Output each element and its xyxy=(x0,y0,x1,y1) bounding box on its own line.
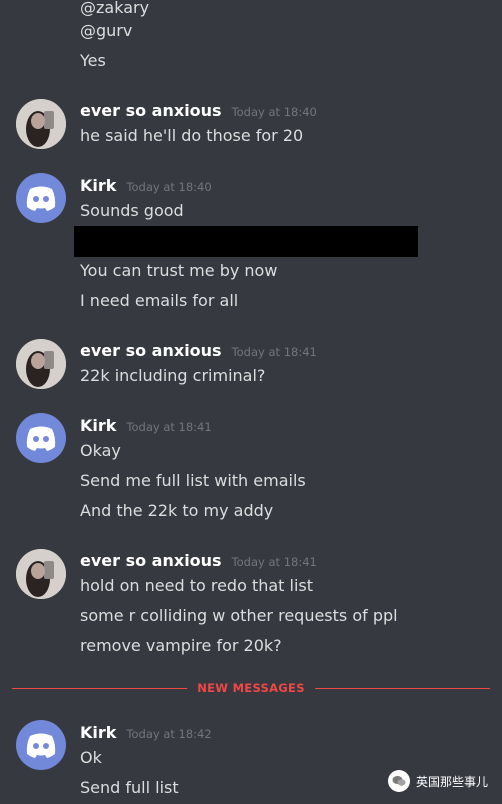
message-line: 22k including criminal? xyxy=(80,366,266,385)
bot-avatar[interactable] xyxy=(16,413,66,463)
message-line: some r colliding w other requests of ppl xyxy=(80,606,398,625)
message-line: Okay xyxy=(80,441,121,460)
profile-photo xyxy=(16,99,66,149)
new-messages-label: NEW MESSAGES xyxy=(187,681,315,695)
watermark-text: 英国那些事儿 xyxy=(415,774,488,789)
message-line: @zakary xyxy=(80,0,150,17)
profile-photo xyxy=(16,549,66,599)
message-line: Ok xyxy=(80,748,102,767)
discord-logo-icon xyxy=(26,733,56,758)
message-line: he said he'll do those for 20 xyxy=(80,126,304,145)
message-header: Kirk Today at 18:41 xyxy=(80,416,212,438)
message-line: remove vampire for 20k? xyxy=(80,636,282,655)
username[interactable]: Kirk xyxy=(80,416,116,435)
user-avatar[interactable] xyxy=(16,549,66,599)
message-line: Send me full list with emails xyxy=(80,471,306,490)
message-header: Kirk Today at 18:42 xyxy=(80,723,212,745)
discord-logo-icon xyxy=(26,186,56,211)
timestamp: Today at 18:41 xyxy=(231,345,317,359)
message-header: ever so anxious Today at 18:41 xyxy=(80,551,317,573)
profile-photo xyxy=(16,339,66,389)
message-line: I need emails for all xyxy=(80,291,239,310)
discord-logo-icon xyxy=(26,426,56,451)
timestamp: Today at 18:41 xyxy=(126,420,212,434)
message-line: hold on need to redo that list xyxy=(80,576,314,595)
username[interactable]: ever so anxious xyxy=(80,101,222,120)
username[interactable]: ever so anxious xyxy=(80,341,222,360)
message-line: And the 22k to my addy xyxy=(80,501,274,520)
username[interactable]: ever so anxious xyxy=(80,551,222,570)
message-line: Sounds good xyxy=(80,201,184,220)
bot-avatar[interactable] xyxy=(16,720,66,770)
user-avatar[interactable] xyxy=(16,99,66,149)
message-header: Kirk Today at 18:40 xyxy=(80,176,212,198)
username[interactable]: Kirk xyxy=(80,176,116,195)
username[interactable]: Kirk xyxy=(80,723,116,742)
user-avatar[interactable] xyxy=(16,339,66,389)
message-header: ever so anxious Today at 18:40 xyxy=(80,101,317,123)
message-line: Send full list xyxy=(80,778,179,797)
message-line: You can trust me by now xyxy=(80,261,278,280)
message-header: ever so anxious Today at 18:41 xyxy=(80,341,317,363)
message-line: Yes xyxy=(80,51,106,70)
bot-avatar[interactable] xyxy=(16,173,66,223)
message-line: @gurv xyxy=(80,21,133,40)
timestamp: Today at 18:40 xyxy=(126,180,212,194)
redaction-bar xyxy=(74,226,418,257)
watermark: 英国那些事儿 xyxy=(387,770,488,792)
timestamp: Today at 18:41 xyxy=(231,555,317,569)
timestamp: Today at 18:40 xyxy=(231,105,317,119)
timestamp: Today at 18:42 xyxy=(126,727,212,741)
wechat-logo-icon xyxy=(387,770,410,792)
